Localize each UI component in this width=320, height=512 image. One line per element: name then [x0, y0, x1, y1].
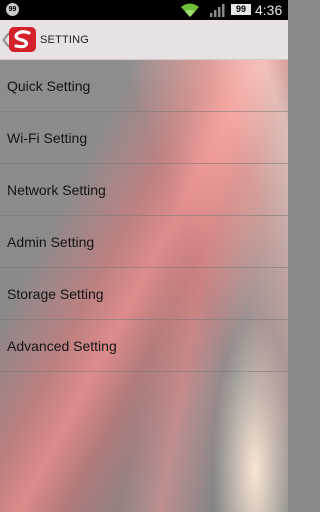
- list-item-wifi-setting[interactable]: Wi-Fi Setting: [0, 112, 288, 164]
- battery-icon: 99: [231, 4, 251, 15]
- notification-icon: 99: [6, 3, 19, 16]
- wifi-icon: [181, 3, 199, 17]
- list-item-label: Advanced Setting: [7, 338, 117, 354]
- list-item-label: Network Setting: [7, 182, 106, 198]
- list-item-advanced-setting[interactable]: Advanced Setting: [0, 320, 288, 372]
- status-bar: 99 99 4:36: [0, 0, 288, 20]
- screen: 99 99 4:36 SETTING Quick Setting Wi-Fi S…: [0, 0, 288, 512]
- list-item-label: Quick Setting: [7, 78, 91, 94]
- list-item-network-setting[interactable]: Network Setting: [0, 164, 288, 216]
- action-bar: SETTING: [0, 20, 288, 60]
- list-item-label: Wi-Fi Setting: [7, 130, 88, 146]
- list-item-storage-setting[interactable]: Storage Setting: [0, 268, 288, 320]
- signal-icon: [210, 4, 225, 17]
- list-item-label: Admin Setting: [7, 234, 95, 250]
- clock: 4:36: [255, 2, 283, 18]
- list-item-label: Storage Setting: [7, 286, 104, 302]
- page-title: SETTING: [40, 34, 90, 46]
- s-logo-icon[interactable]: [9, 27, 36, 52]
- list-item-quick-setting[interactable]: Quick Setting: [0, 60, 288, 112]
- settings-list: Quick Setting Wi-Fi Setting Network Sett…: [0, 60, 288, 372]
- list-item-admin-setting[interactable]: Admin Setting: [0, 216, 288, 268]
